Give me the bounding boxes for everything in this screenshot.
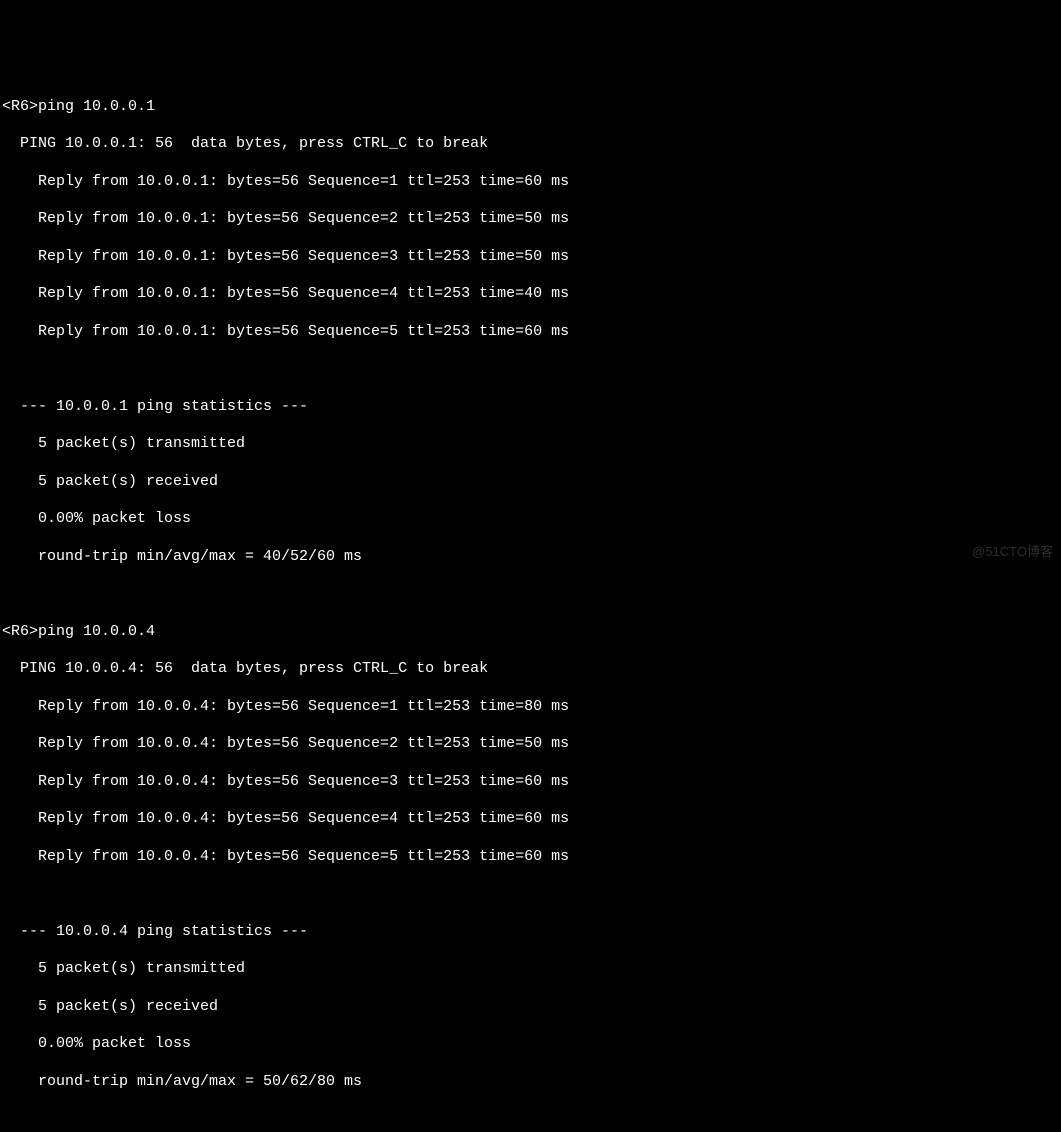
blank-line <box>2 585 1059 604</box>
stats-header: --- 10.0.0.4 ping statistics --- <box>2 923 1059 942</box>
ping-reply: Reply from 10.0.0.1: bytes=56 Sequence=5… <box>2 323 1059 342</box>
terminal-output[interactable]: <R6>ping 10.0.0.1 PING 10.0.0.1: 56 data… <box>2 79 1059 1132</box>
stats-line: round-trip min/avg/max = 50/62/80 ms <box>2 1073 1059 1092</box>
prompt-line: <R6>ping 10.0.0.4 <box>2 623 1059 642</box>
ping-reply: Reply from 10.0.0.1: bytes=56 Sequence=2… <box>2 210 1059 229</box>
ping-reply: Reply from 10.0.0.4: bytes=56 Sequence=5… <box>2 848 1059 867</box>
stats-line: 5 packet(s) received <box>2 473 1059 492</box>
stats-line: 5 packet(s) transmitted <box>2 435 1059 454</box>
device-prompt: <R6> <box>2 98 38 115</box>
device-prompt: <R6> <box>2 623 38 640</box>
command-text: ping 10.0.0.4 <box>38 623 155 640</box>
watermark-text: @51CTO博客 <box>972 544 1053 560</box>
ping-header: PING 10.0.0.1: 56 data bytes, press CTRL… <box>2 135 1059 154</box>
ping-reply: Reply from 10.0.0.4: bytes=56 Sequence=1… <box>2 698 1059 717</box>
ping-reply: Reply from 10.0.0.4: bytes=56 Sequence=4… <box>2 810 1059 829</box>
command-text: ping 10.0.0.1 <box>38 98 155 115</box>
stats-line: 0.00% packet loss <box>2 1035 1059 1054</box>
stats-line: 5 packet(s) received <box>2 998 1059 1017</box>
ping-reply: Reply from 10.0.0.4: bytes=56 Sequence=2… <box>2 735 1059 754</box>
ping-reply: Reply from 10.0.0.1: bytes=56 Sequence=3… <box>2 248 1059 267</box>
prompt-line: <R6>ping 10.0.0.1 <box>2 98 1059 117</box>
stats-line: 5 packet(s) transmitted <box>2 960 1059 979</box>
blank-line <box>2 885 1059 904</box>
stats-line: 0.00% packet loss <box>2 510 1059 529</box>
stats-header: --- 10.0.0.1 ping statistics --- <box>2 398 1059 417</box>
ping-reply: Reply from 10.0.0.1: bytes=56 Sequence=1… <box>2 173 1059 192</box>
ping-reply: Reply from 10.0.0.1: bytes=56 Sequence=4… <box>2 285 1059 304</box>
blank-line <box>2 360 1059 379</box>
ping-reply: Reply from 10.0.0.4: bytes=56 Sequence=3… <box>2 773 1059 792</box>
blank-line <box>2 1110 1059 1129</box>
stats-line: round-trip min/avg/max = 40/52/60 ms <box>2 548 1059 567</box>
ping-header: PING 10.0.0.4: 56 data bytes, press CTRL… <box>2 660 1059 679</box>
